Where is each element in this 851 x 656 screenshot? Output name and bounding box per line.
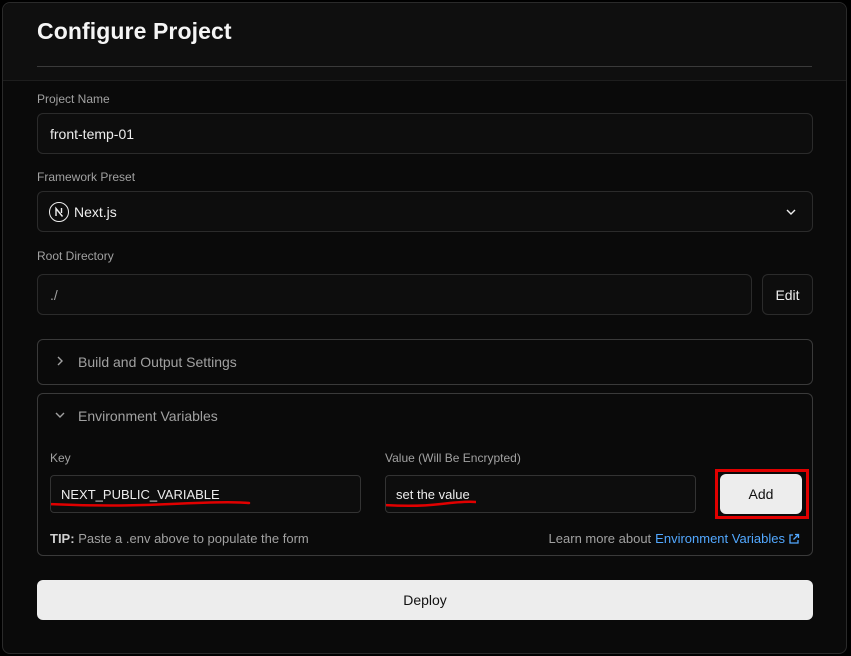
framework-preset-label: Framework Preset xyxy=(37,170,136,184)
env-key-input[interactable]: NEXT_PUBLIC_VARIABLE xyxy=(50,475,361,513)
environment-variables-accordion: Environment Variables Key Value (Will Be… xyxy=(37,393,813,556)
red-underline-annotation xyxy=(51,500,251,507)
add-env-variable-button[interactable]: Add xyxy=(720,474,802,514)
learn-more: Learn more about Environment Variables xyxy=(549,531,800,546)
deploy-button[interactable]: Deploy xyxy=(37,580,813,620)
framework-preset-select[interactable]: Next.js xyxy=(37,191,813,232)
framework-preset-value: Next.js xyxy=(74,203,117,220)
title-divider xyxy=(37,66,812,67)
build-output-settings-header[interactable]: Build and Output Settings xyxy=(38,340,812,384)
environment-variables-link[interactable]: Environment Variables xyxy=(655,531,785,546)
learn-more-text: Learn more about xyxy=(548,531,652,546)
red-underline-annotation xyxy=(386,500,476,507)
environment-variables-header[interactable]: Environment Variables xyxy=(38,394,812,438)
project-name-input[interactable]: front-temp-01 xyxy=(37,113,813,154)
env-value-label: Value (Will Be Encrypted) xyxy=(385,451,521,465)
external-link-icon[interactable] xyxy=(788,533,800,545)
edit-root-directory-button[interactable]: Edit xyxy=(762,274,813,315)
root-directory-value: ./ xyxy=(50,286,58,303)
tip-text: Paste a .env above to populate the form xyxy=(78,531,309,546)
env-key-value: NEXT_PUBLIC_VARIABLE xyxy=(51,487,251,507)
configure-project-panel: Configure Project Project Name front-tem… xyxy=(2,2,847,654)
project-name-value: front-temp-01 xyxy=(50,125,135,142)
tip-prefix: TIP: xyxy=(50,531,75,546)
chevron-down-icon xyxy=(54,408,66,424)
env-key-label: Key xyxy=(50,451,71,465)
root-directory-label: Root Directory xyxy=(37,249,114,263)
root-directory-input[interactable]: ./ xyxy=(37,274,752,315)
chevron-down-icon xyxy=(784,205,798,222)
project-name-label: Project Name xyxy=(37,92,110,106)
page-title: Configure Project xyxy=(37,18,232,44)
build-output-settings-label: Build and Output Settings xyxy=(78,354,237,370)
header: Configure Project xyxy=(3,3,846,81)
build-output-settings-accordion[interactable]: Build and Output Settings xyxy=(37,339,813,385)
chevron-right-icon xyxy=(54,354,66,370)
nextjs-logo-icon xyxy=(49,201,69,222)
env-value-value: set the value xyxy=(386,487,476,507)
env-value-input[interactable]: set the value xyxy=(385,475,696,513)
env-tip: TIP: Paste a .env above to populate the … xyxy=(50,531,309,546)
environment-variables-label: Environment Variables xyxy=(78,408,218,424)
